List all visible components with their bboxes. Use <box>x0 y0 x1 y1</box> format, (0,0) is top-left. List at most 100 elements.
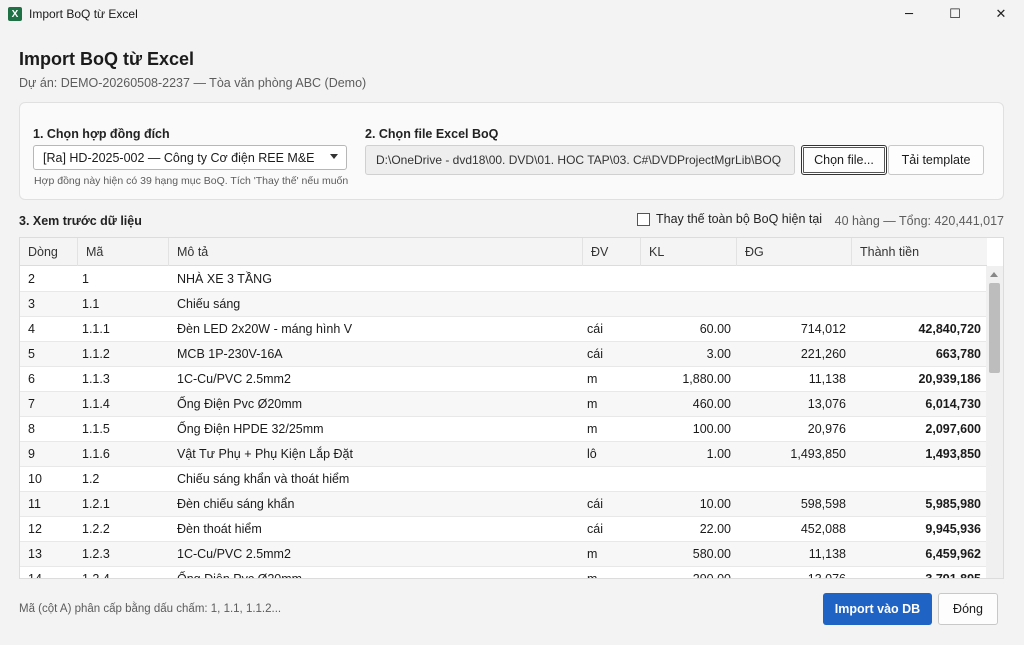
contract-hint: Hợp đồng này hiện có 39 hạng mục BoQ. Tí… <box>34 175 349 187</box>
cell-unit <box>587 292 637 317</box>
table-row[interactable]: 12 1.2.2 Đèn thoát hiểm cái 22.00 452,088 9,94… <box>20 517 987 542</box>
cell-line: 11 <box>28 497 41 511</box>
cell-code: 1.1.5 <box>82 422 110 436</box>
cell-desc: Vật Tư Phụ + Phụ Kiện Lắp Đặt <box>177 447 353 461</box>
cell-line: 6 <box>28 372 35 386</box>
cell-desc: Chiếu sáng <box>177 297 241 311</box>
close-window-button[interactable]: ✕ <box>978 0 1024 28</box>
column-header[interactable]: KL <box>641 238 737 266</box>
table-row[interactable]: 11 1.2.1 Đèn chiếu sáng khẩn cái 10.00 598,59… <box>20 492 987 517</box>
window-titlebar: X Import BoQ từ Excel ─ ☐ ✕ <box>0 0 1024 28</box>
cell-desc: Ống Điện Pvc Ø20mm <box>177 397 303 411</box>
cell-amount: 1,493,850 <box>925 447 981 461</box>
table-row[interactable]: 4 1.1.1 Đèn LED 2x20W - máng hình V cái 60.0… <box>20 317 987 342</box>
cell-unit: cái <box>587 497 603 511</box>
cell-unit: m <box>587 572 598 579</box>
column-header[interactable]: Thành tiền <box>852 238 987 266</box>
cell-code: 1.1.1 <box>82 322 110 336</box>
cell-unit: m <box>587 372 598 386</box>
scrollbar-thumb[interactable] <box>989 283 1000 373</box>
cell-qty: 60.00 <box>699 322 731 336</box>
cell-amount: 20,939,186 <box>918 372 981 386</box>
cell-amount <box>852 267 981 292</box>
cell-unit: cái <box>587 347 603 361</box>
column-header[interactable]: Mô tả <box>169 238 583 266</box>
cell-code: 1.1 <box>82 297 100 311</box>
cell-line: 5 <box>28 347 35 361</box>
scroll-up-icon[interactable] <box>990 272 998 277</box>
table-row[interactable]: 7 1.1.4 Ống Điện Pvc Ø20mm m 460.00 13,076 6,0… <box>20 392 987 417</box>
column-header[interactable]: ĐG <box>737 238 852 266</box>
chevron-down-icon <box>330 154 338 159</box>
cell-price: 598,598 <box>800 497 846 511</box>
cell-price: 714,012 <box>800 322 846 336</box>
cell-amount <box>852 467 981 492</box>
maximize-button[interactable]: ☐ <box>932 0 978 28</box>
minimize-button[interactable]: ─ <box>886 0 932 28</box>
table-row[interactable]: 9 1.1.6 Vật Tư Phụ + Phụ Kiện Lắp Đặt lô 1.0… <box>20 442 987 467</box>
cell-unit: lô <box>587 447 597 461</box>
cell-amount: 3,791,895 <box>925 572 981 579</box>
cell-qty: 460.00 <box>692 397 731 411</box>
cell-qty: 100.00 <box>692 422 731 436</box>
cell-amount: 2,097,600 <box>925 422 981 436</box>
contract-select[interactable]: [Ra] HD-2025-002 — Công ty Cơ điện REE M… <box>33 145 347 170</box>
cell-desc: Chiếu sáng khẩn và thoát hiểm <box>177 472 350 486</box>
cell-unit <box>587 267 637 292</box>
code-format-note: Mã (cột A) phân cấp bằng dấu chấm: 1, 1.… <box>19 603 282 615</box>
cell-price: 13,076 <box>807 397 846 411</box>
cell-line: 14 <box>28 572 42 579</box>
cell-code: 1.2.3 <box>82 547 110 561</box>
cell-desc: Ống Điện HPDE 32/25mm <box>177 422 324 436</box>
cell-qty <box>641 292 731 317</box>
window-title: Import BoQ từ Excel <box>29 7 138 21</box>
cell-code: 1.2.4 <box>82 572 110 579</box>
cell-qty <box>641 267 731 292</box>
table-row[interactable]: 8 1.1.5 Ống Điện HPDE 32/25mm m 100.00 20,976… <box>20 417 987 442</box>
column-header[interactable]: Dòng <box>20 238 78 266</box>
cell-line: 9 <box>28 447 35 461</box>
download-template-button[interactable]: Tải template <box>888 145 984 175</box>
table-row[interactable]: 5 1.1.2 MCB 1P-230V-16A cái 3.00 221,260 663,7… <box>20 342 987 367</box>
cell-qty: 290.00 <box>692 572 731 579</box>
cell-line: 13 <box>28 547 42 561</box>
vertical-scrollbar[interactable] <box>986 266 1003 578</box>
cell-desc: 1C-Cu/PVC 2.5mm2 <box>177 372 291 386</box>
cell-amount: 42,840,720 <box>918 322 981 336</box>
cell-code: 1.1.3 <box>82 372 110 386</box>
choose-file-button[interactable]: Chọn file... <box>801 145 887 175</box>
cell-amount: 6,459,962 <box>925 547 981 561</box>
cell-line: 4 <box>28 322 35 336</box>
preview-section-label: 3. Xem trước dữ liệu <box>19 214 142 228</box>
table-row[interactable]: 2 1 NHÀ XE 3 TẦNG <box>20 267 987 292</box>
table-row[interactable]: 6 1.1.3 1C-Cu/PVC 2.5mm2 m 1,880.00 11,138 20,… <box>20 367 987 392</box>
checkbox-icon[interactable] <box>637 212 650 226</box>
cell-price <box>737 267 846 292</box>
cell-qty: 3.00 <box>706 347 731 361</box>
excel-icon: X <box>8 7 22 21</box>
cell-line: 10 <box>28 472 42 486</box>
column-header[interactable]: ĐV <box>583 238 641 266</box>
cell-unit: m <box>587 397 598 411</box>
table-row[interactable]: 13 1.2.3 1C-Cu/PVC 2.5mm2 m 580.00 11,138 6,45… <box>20 542 987 567</box>
preview-table[interactable]: Dòng Mã Mô tả ĐV KL ĐG Thành tiền 2 1 NHÀ … <box>19 237 1004 579</box>
replace-all-checkbox[interactable]: Thay thế toàn bộ BoQ hiện tại <box>637 212 822 226</box>
cell-unit: cái <box>587 522 603 536</box>
cell-code: 1.1.6 <box>82 447 110 461</box>
table-row[interactable]: 3 1.1 Chiếu sáng <box>20 292 987 317</box>
column-header[interactable]: Mã <box>78 238 169 266</box>
cell-qty <box>641 467 731 492</box>
cell-unit: m <box>587 547 598 561</box>
file-path-field[interactable]: D:\OneDrive - dvd18\00. DVD\01. HOC TAP\… <box>365 145 795 175</box>
close-button[interactable]: Đóng <box>938 593 998 625</box>
cell-unit: cái <box>587 322 603 336</box>
table-row[interactable]: 14 1.2.4 Ống Điện Pvc Ø20mm m 290.00 13,076 3,… <box>20 567 987 579</box>
cell-price: 13,076 <box>807 572 846 579</box>
cell-price: 1,493,850 <box>790 447 846 461</box>
table-row[interactable]: 10 1.2 Chiếu sáng khẩn và thoát hiểm <box>20 467 987 492</box>
import-button[interactable]: Import vào DB <box>823 593 932 625</box>
cell-desc: Đèn thoát hiểm <box>177 522 262 536</box>
cell-desc: Đèn chiếu sáng khẩn <box>177 497 295 511</box>
cell-amount: 663,780 <box>935 347 981 361</box>
dialog-title: Import BoQ từ Excel <box>19 49 195 69</box>
